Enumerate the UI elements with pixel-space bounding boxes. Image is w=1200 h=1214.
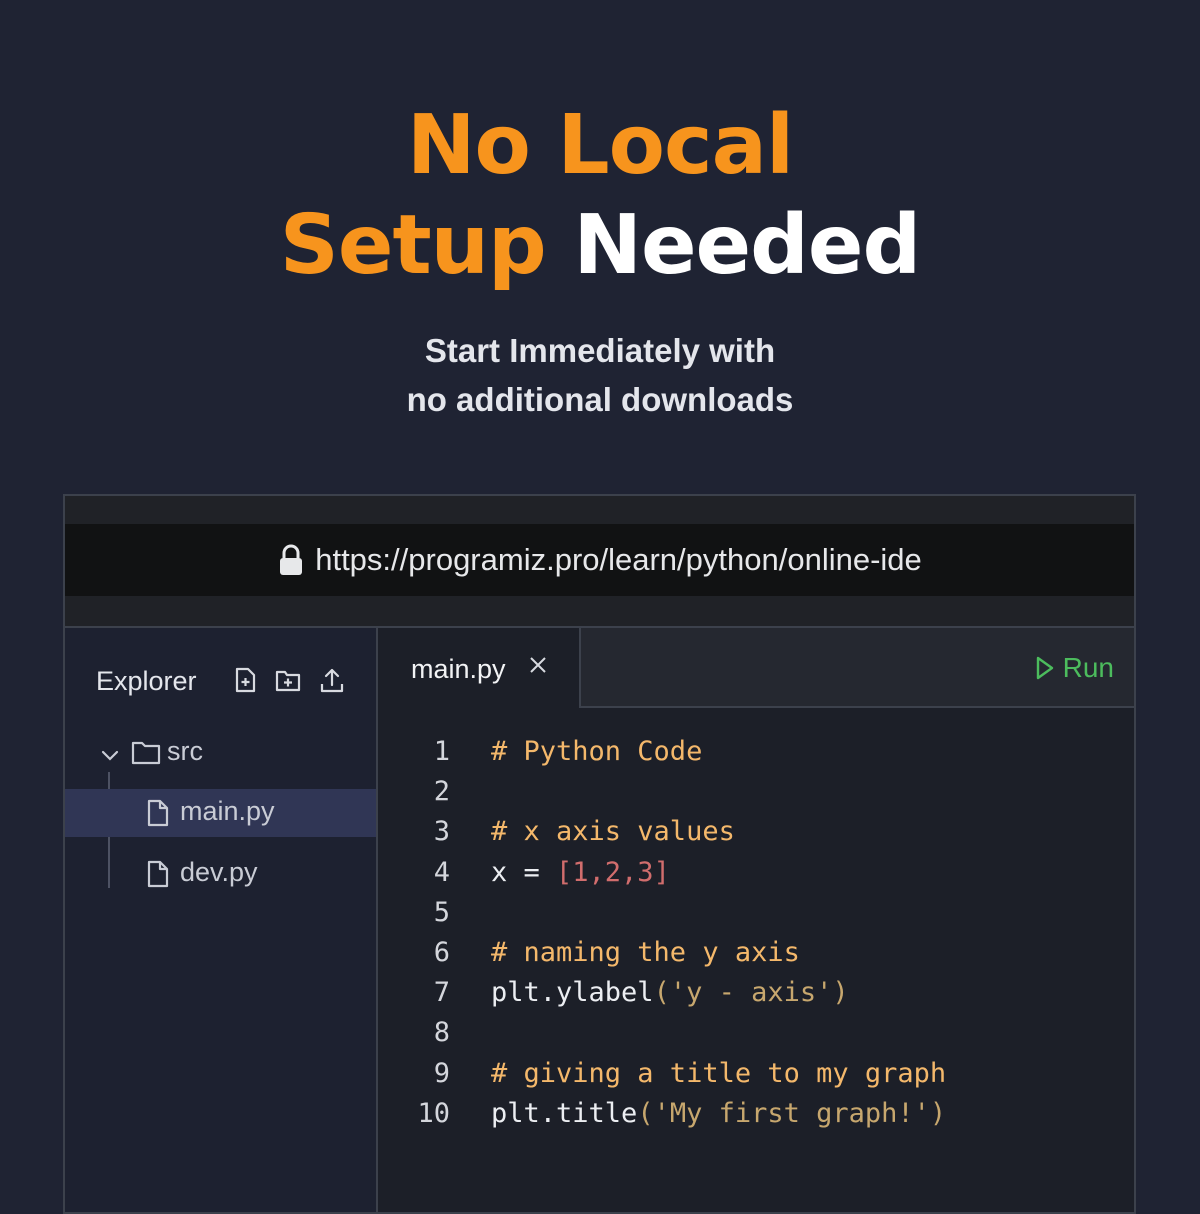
run-label: Run xyxy=(1062,652,1114,683)
lock-icon xyxy=(280,544,303,575)
code-line: 4 x = [1,2,3] xyxy=(378,853,1134,893)
code-editor: main.py Run 1 # Python Code 2 3 # x axis val… xyxy=(378,628,1134,1212)
headline-setup: Setup xyxy=(279,198,547,293)
code-token: # x axis values xyxy=(491,816,735,848)
code-token: # giving a title to my graph xyxy=(491,1057,947,1089)
code-token: ('My first graph!') xyxy=(637,1097,947,1129)
subheadline-line-2: no additional downloads xyxy=(406,381,794,418)
explorer-title: Explorer xyxy=(96,666,197,696)
line-number: 2 xyxy=(433,776,450,808)
code-token: plt.title xyxy=(491,1097,638,1129)
folder-icon xyxy=(131,741,161,765)
browser-window: https://programiz.pro/learn/python/onlin… xyxy=(63,494,1136,1214)
play-icon xyxy=(1036,656,1053,680)
code-line: 6 # naming the y axis xyxy=(378,933,1134,973)
line-number: 5 xyxy=(433,896,450,928)
code-line: 5 xyxy=(378,893,1134,933)
line-source: # Python Code xyxy=(491,732,702,772)
file-label: dev.py xyxy=(180,857,258,887)
line-number: 9 xyxy=(433,1057,450,1089)
tab-label: main.py xyxy=(411,654,506,684)
url-bar[interactable]: https://programiz.pro/learn/python/onlin… xyxy=(65,524,1134,596)
headline-needed: Needed xyxy=(573,198,921,293)
line-number: 4 xyxy=(433,856,450,888)
code-line: 3 # x axis values xyxy=(378,812,1134,852)
code-token: # naming the y axis xyxy=(491,936,800,968)
line-number: 3 xyxy=(433,816,450,848)
file-icon xyxy=(147,799,169,827)
code-token: [1,2,3] xyxy=(556,856,670,888)
code-line: 2 xyxy=(378,772,1134,812)
chevron-down-icon[interactable] xyxy=(99,744,121,766)
folder-src-label[interactable]: src xyxy=(167,736,203,767)
code-token: ('y - axis') xyxy=(653,977,849,1009)
url-text: https://programiz.pro/learn/python/onlin… xyxy=(315,542,922,577)
line-source: # naming the y axis xyxy=(491,933,800,973)
code-area[interactable]: 1 # Python Code 2 3 # x axis values 4 x = [1,2… xyxy=(378,732,1134,1134)
file-item-main-py[interactable]: main.py xyxy=(65,789,376,837)
code-token: # Python Code xyxy=(491,736,703,767)
code-line: 7 plt.ylabel('y - axis') xyxy=(378,973,1134,1013)
file-icon xyxy=(147,860,169,888)
line-number: 8 xyxy=(433,1017,450,1049)
explorer-sidebar: Explorer src main.py dev.py xyxy=(65,628,378,1212)
line-source: # x axis values xyxy=(491,812,735,852)
line-source: plt.ylabel('y - axis') xyxy=(491,973,849,1013)
tab-main-py[interactable]: main.py xyxy=(378,628,581,708)
close-icon[interactable] xyxy=(529,656,547,674)
line-source: plt.title('My first graph!') xyxy=(491,1094,946,1134)
file-label: main.py xyxy=(180,796,275,826)
code-line: 1 # Python Code xyxy=(378,732,1134,772)
headline-line-2: Setup Needed xyxy=(0,196,1200,296)
new-folder-icon[interactable] xyxy=(274,666,302,694)
code-line: 9 # giving a title to my graph xyxy=(378,1054,1134,1094)
line-source: x = [1,2,3] xyxy=(491,853,670,893)
subheadline: Start Immediately with no additional dow… xyxy=(0,326,1200,424)
code-token: x = xyxy=(491,856,557,888)
editor-tab-bar: main.py Run xyxy=(378,628,1134,708)
line-number: 7 xyxy=(433,977,450,1009)
subheadline-line-1: Start Immediately with xyxy=(424,332,776,369)
upload-icon[interactable] xyxy=(318,666,346,694)
headline-line-1: No Local xyxy=(406,98,794,193)
new-file-icon[interactable] xyxy=(231,666,259,694)
code-line: 8 xyxy=(378,1013,1134,1053)
code-token: plt.ylabel xyxy=(491,977,654,1009)
browser-top-bar: https://programiz.pro/learn/python/onlin… xyxy=(65,496,1134,626)
file-item-dev-py[interactable]: dev.py xyxy=(65,850,376,898)
code-line: 10 plt.title('My first graph!') xyxy=(378,1094,1134,1134)
line-number: 1 xyxy=(433,736,450,767)
tab-bar-divider xyxy=(581,706,1134,708)
line-source: # giving a title to my graph xyxy=(491,1054,946,1094)
line-number: 6 xyxy=(433,936,450,968)
run-button[interactable]: Run xyxy=(1035,652,1114,684)
headline: No Local Setup Needed xyxy=(0,96,1200,296)
line-number: 10 xyxy=(417,1097,450,1129)
